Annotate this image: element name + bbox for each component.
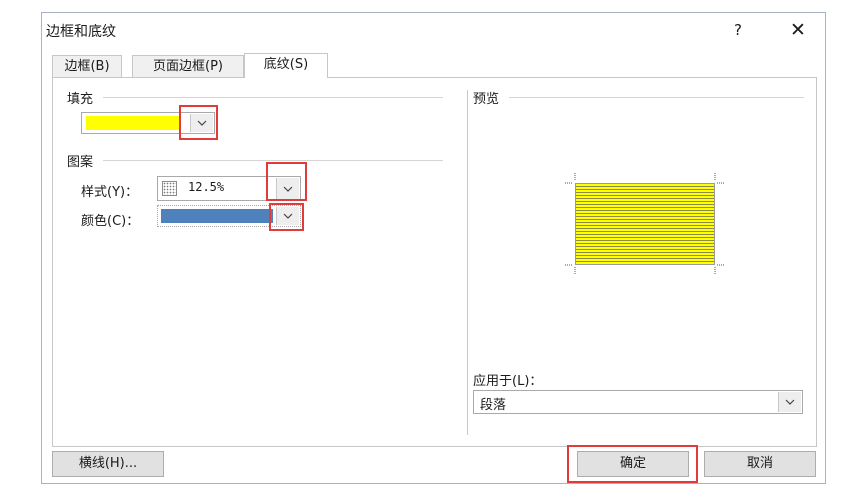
color-label: 颜色(C)： [81,214,140,229]
chevron-down-icon[interactable] [276,178,299,199]
style-value: 12.5% [188,180,225,194]
dot-pattern-icon [162,181,177,196]
chevron-down-icon[interactable] [778,392,801,412]
fill-section-label: 填充 [67,92,94,107]
chevron-down-icon[interactable] [190,114,213,132]
fill-color-swatch [86,116,181,130]
crop-marks [565,173,725,275]
cancel-button[interactable]: 取消 [704,451,816,477]
fill-divider [103,97,443,98]
chevron-down-icon[interactable] [276,207,299,225]
tab-page-border[interactable]: 页面边框(P) [132,55,244,77]
apply-to-label: 应用于(L)： [473,374,543,389]
close-button[interactable]: ✕ [783,17,813,43]
dialog-title: 边框和底纹 [46,24,116,40]
fill-color-dropdown[interactable] [81,112,215,134]
ok-button[interactable]: 确定 [577,451,689,477]
title-bar: 边框和底纹 ? ✕ [42,13,825,47]
horizontal-line-button[interactable]: 横线(H)... [52,451,164,477]
shading-tab-panel: 填充 图案 样式(Y)： 12.5% 颜色(C)： 预览 应用于(L)： 段落 [52,77,817,447]
pattern-color-dropdown[interactable] [157,205,301,227]
help-button[interactable]: ? [727,19,749,41]
pattern-section-label: 图案 [67,155,94,170]
apply-to-value: 段落 [480,398,507,413]
tab-shading[interactable]: 底纹(S) [244,53,328,78]
style-label: 样式(Y)： [81,185,139,200]
pattern-divider [103,160,443,161]
pattern-style-dropdown[interactable]: 12.5% [157,176,301,201]
borders-shading-dialog: 边框和底纹 ? ✕ 边框(B) 页面边框(P) 底纹(S) 填充 图案 样式(Y… [41,12,826,484]
pattern-color-swatch [161,209,273,223]
apply-to-dropdown[interactable]: 段落 [473,390,803,414]
tab-borders[interactable]: 边框(B) [52,55,122,77]
